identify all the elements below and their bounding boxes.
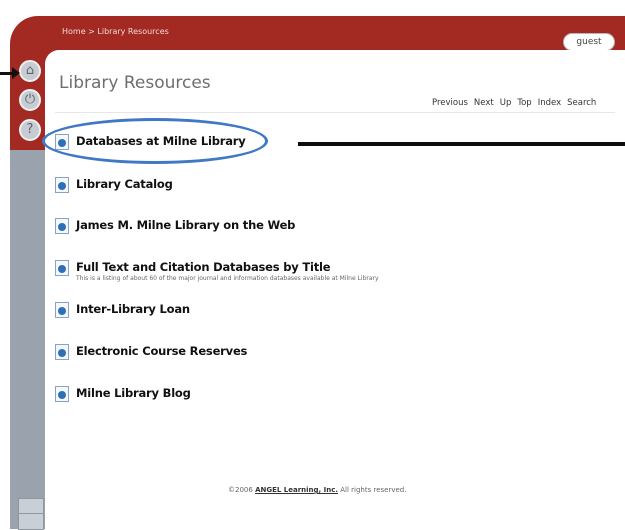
list-item[interactable]: Electronic Course Reserves [55,344,247,360]
document-icon [55,302,69,318]
left-rail [10,150,48,529]
document-icon [55,386,69,402]
footer-link[interactable]: ANGEL Learning, Inc. [255,486,338,494]
nav-top[interactable]: Top [517,98,531,108]
footer-rights: All rights reserved. [340,486,407,494]
item-label[interactable]: Library Catalog [76,177,173,191]
title-divider [55,112,615,113]
nav-search[interactable]: Search [567,98,596,108]
document-icon [55,218,69,234]
bottom-rail-controls[interactable] [18,498,44,530]
document-icon [55,177,69,193]
page-nav: Previous Next Up Top Index Search [432,98,596,108]
highlight-circle [42,118,268,164]
item-label[interactable]: Electronic Course Reserves [76,344,247,358]
home-icon[interactable]: ⌂ [19,60,41,82]
item-label[interactable]: Full Text and Citation Databases by Titl… [76,260,379,274]
nav-previous[interactable]: Previous [432,98,468,108]
document-icon [55,344,69,360]
item-label[interactable]: James M. Milne Library on the Web [76,218,295,232]
page-title: Library Resources [59,73,211,93]
list-item[interactable]: Library Catalog [55,177,173,193]
list-item[interactable]: Inter-Library Loan [55,302,190,318]
item-description: This is a listing of about 60 of the maj… [76,275,379,282]
document-icon [55,260,69,276]
footer-copyright: ©2006 [228,486,253,494]
list-item[interactable]: Milne Library Blog [55,386,191,402]
list-item[interactable]: Full Text and Citation Databases by Titl… [55,260,379,282]
nav-index[interactable]: Index [538,98,561,108]
help-icon[interactable]: ? [19,119,41,141]
annotation-line [298,142,625,146]
footer: ©2006 ANGEL Learning, Inc. All rights re… [228,486,406,494]
item-label[interactable]: Inter-Library Loan [76,302,190,316]
power-icon[interactable]: ⏻ [19,89,41,111]
user-button[interactable]: guest [563,33,615,51]
breadcrumb[interactable]: Home > Library Resources [62,27,169,36]
nav-next[interactable]: Next [474,98,494,108]
annotation-arrow [0,67,20,79]
nav-up[interactable]: Up [500,98,512,108]
list-item[interactable]: James M. Milne Library on the Web [55,218,295,234]
item-label[interactable]: Milne Library Blog [76,386,191,400]
